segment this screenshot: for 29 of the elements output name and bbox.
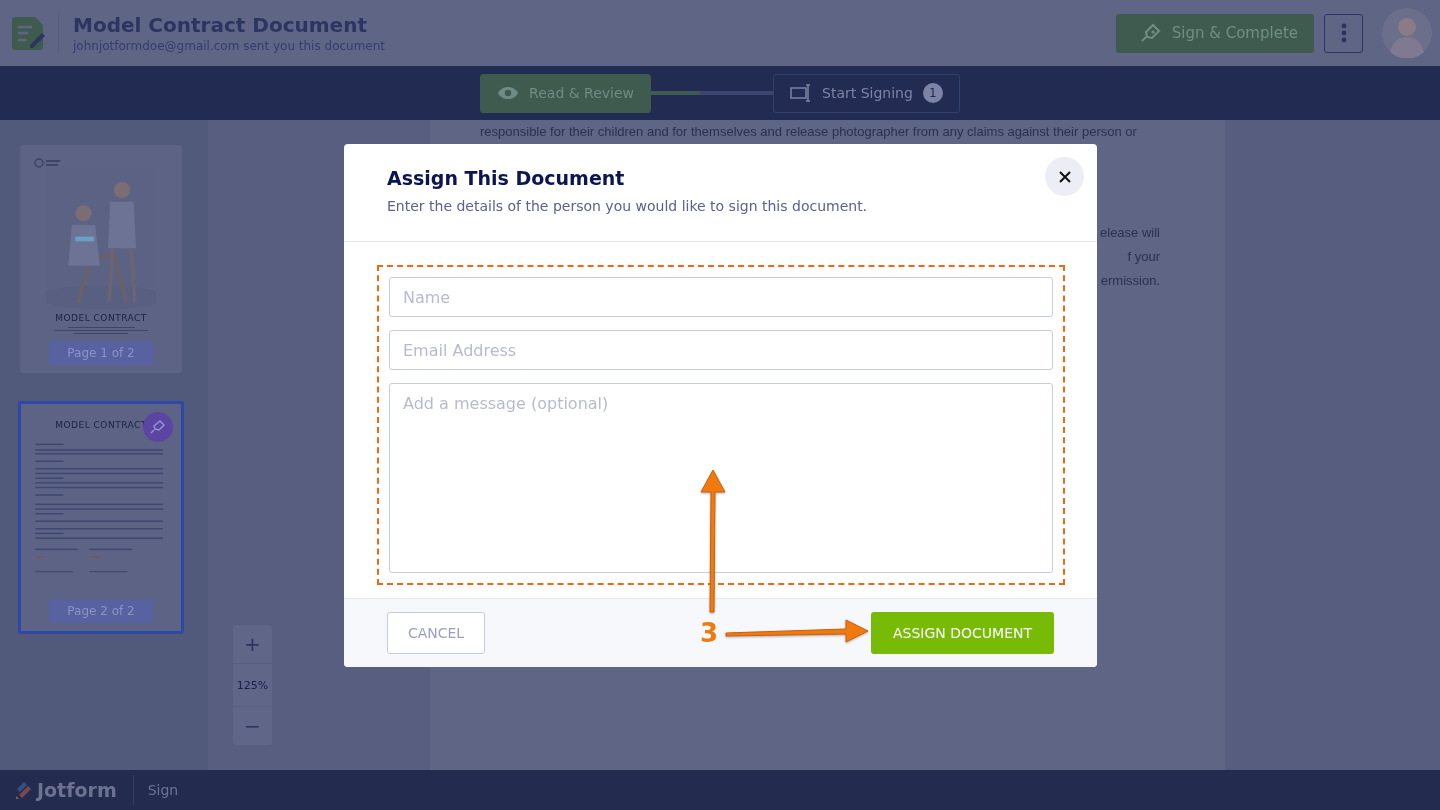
kebab-menu-icon xyxy=(1340,22,1347,44)
zoom-in-button[interactable]: + xyxy=(233,625,272,663)
close-button[interactable] xyxy=(1045,157,1084,196)
step-count-badge: 1 xyxy=(922,83,943,103)
zoom-level: 125% xyxy=(233,663,272,707)
input-field[interactable]: Email Address xyxy=(389,330,1053,370)
page-title: MODEL CONTRACT xyxy=(55,420,147,430)
eye-icon xyxy=(497,86,520,100)
cancel-button[interactable]: CANCEL xyxy=(387,612,485,654)
assign-document-button[interactable]: ASSIGN DOCUMENT xyxy=(871,612,1054,654)
dialog-title: Assign This Document xyxy=(387,167,626,189)
text-field-icon xyxy=(790,84,813,102)
avatar[interactable] xyxy=(1382,8,1432,58)
close-icon xyxy=(1058,170,1071,183)
zoom-out-button[interactable]: − xyxy=(233,707,272,745)
pen-icon xyxy=(143,412,173,442)
brand-logo-icon xyxy=(15,780,33,800)
section-name: Sign xyxy=(147,782,179,798)
more-options-button[interactable] xyxy=(1324,13,1363,53)
document-pen-icon xyxy=(12,15,46,51)
message-field[interactable]: Add a message (optional) xyxy=(389,383,1053,573)
step-tab[interactable]: Read & Review xyxy=(480,73,652,113)
step-number: 3 xyxy=(700,618,719,648)
input-field[interactable]: Name xyxy=(389,277,1053,317)
page-title: MODEL CONTRACT xyxy=(55,313,147,323)
dialog-subtitle: Enter the details of the person you would like to sign this document. xyxy=(387,198,868,214)
brand-name: Jotform xyxy=(37,779,117,801)
step-tab[interactable]: Start Signing 1 xyxy=(773,73,960,113)
pen-icon xyxy=(1139,22,1162,44)
